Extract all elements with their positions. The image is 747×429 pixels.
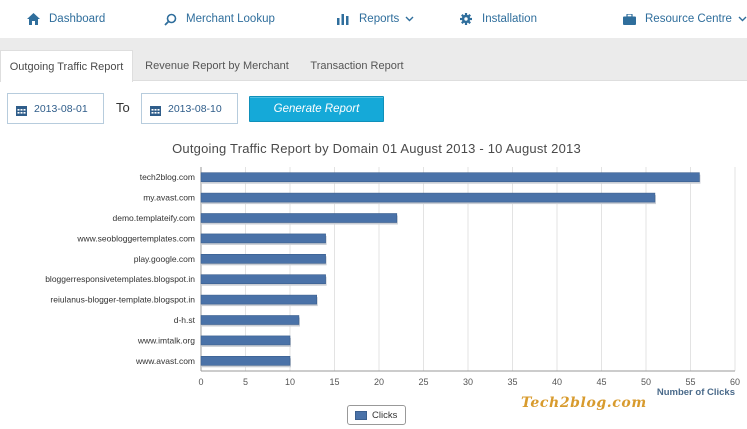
calendar-icon <box>150 103 161 116</box>
bar <box>200 315 300 325</box>
chart-legend[interactable]: Clicks <box>347 405 406 425</box>
nav-merchant-lookup-label: Merchant Lookup <box>186 13 275 25</box>
x-tick-label: 15 <box>329 377 339 387</box>
tab-outgoing-traffic-report[interactable]: Outgoing Traffic Report <box>0 50 133 82</box>
legend-label: Clicks <box>372 409 398 421</box>
category-label: www.seobloggertemplates.com <box>76 233 195 243</box>
x-tick-label: 50 <box>641 377 651 387</box>
nav-dashboard[interactable]: Dashboard <box>26 0 105 38</box>
nav-reports-label: Reports <box>359 13 400 25</box>
x-tick-label: 45 <box>596 377 606 387</box>
from-date-value: 2013-08-01 <box>34 102 88 115</box>
tab-revenue-report-by-merchant[interactable]: Revenue Report by Merchant <box>137 50 297 81</box>
legend-swatch <box>355 410 367 420</box>
category-label: d-h.st <box>174 315 196 325</box>
x-tick-label: 60 <box>730 377 740 387</box>
nav-reports[interactable]: Reports <box>336 0 414 38</box>
category-label: demo.templateify.com <box>112 213 195 223</box>
category-label: bloggerresponsivetemplates.blogspot.in <box>45 274 195 284</box>
category-label: www.avast.com <box>135 356 195 366</box>
home-icon <box>26 12 40 26</box>
x-axis-title: Number of Clicks <box>657 387 735 398</box>
x-tick-label: 30 <box>463 377 473 387</box>
x-tick-label: 35 <box>507 377 517 387</box>
to-label: To <box>116 100 130 115</box>
bar <box>200 356 291 366</box>
tab-transaction-report[interactable]: Transaction Report <box>302 50 412 81</box>
chart-title: Outgoing Traffic Report by Domain 01 Aug… <box>172 141 581 156</box>
category-label: reiulanus-blogger-template.blogspot.in <box>50 295 195 305</box>
bar <box>200 172 700 182</box>
category-label: www.imtalk.org <box>137 335 195 345</box>
briefcase-icon <box>622 12 636 26</box>
search-icon <box>163 12 177 26</box>
bar <box>200 274 326 284</box>
category-label: tech2blog.com <box>140 172 195 182</box>
bar <box>200 233 326 244</box>
to-date-field[interactable]: 2013-08-10 <box>141 93 238 124</box>
chevron-down-icon <box>405 16 414 22</box>
x-tick-label: 25 <box>418 377 428 387</box>
nav-merchant-lookup[interactable]: Merchant Lookup <box>163 0 275 38</box>
nav-installation-label: Installation <box>482 13 537 25</box>
top-nav: Dashboard Merchant Lookup Reports Instal… <box>0 0 747 38</box>
x-tick-label: 5 <box>243 377 248 387</box>
bar <box>200 192 656 203</box>
nav-resource-centre[interactable]: Resource Centre <box>622 0 747 38</box>
bar <box>200 294 317 305</box>
gear-icon <box>459 12 473 26</box>
x-tick-label: 0 <box>198 377 203 387</box>
report-tabs: Outgoing Traffic Report Revenue Report b… <box>0 38 747 82</box>
calendar-icon <box>16 103 27 116</box>
bar <box>200 335 291 346</box>
nav-resource-centre-label: Resource Centre <box>645 13 732 25</box>
chevron-down-icon <box>738 16 747 22</box>
traffic-bar-chart: 0 5 10 15 20 25 30 35 40 45 50 55 60 tech2blog.com my.… <box>45 167 740 398</box>
generate-report-button[interactable]: Generate Report <box>249 96 384 122</box>
bar <box>200 213 398 223</box>
bar <box>200 254 326 264</box>
category-label: my.avast.com <box>143 193 195 203</box>
to-date-value: 2013-08-10 <box>168 102 222 115</box>
x-tick-label: 20 <box>374 377 384 387</box>
category-label: play.google.com <box>134 254 195 264</box>
x-tick-label: 55 <box>685 377 695 387</box>
watermark-logo: Tech2blog.com <box>521 395 647 411</box>
bar-chart-icon <box>336 12 350 26</box>
x-tick-label: 40 <box>552 377 562 387</box>
nav-dashboard-label: Dashboard <box>49 13 106 25</box>
from-date-field[interactable]: 2013-08-01 <box>7 93 104 124</box>
x-tick-label: 10 <box>285 377 295 387</box>
nav-installation[interactable]: Installation <box>459 0 537 38</box>
